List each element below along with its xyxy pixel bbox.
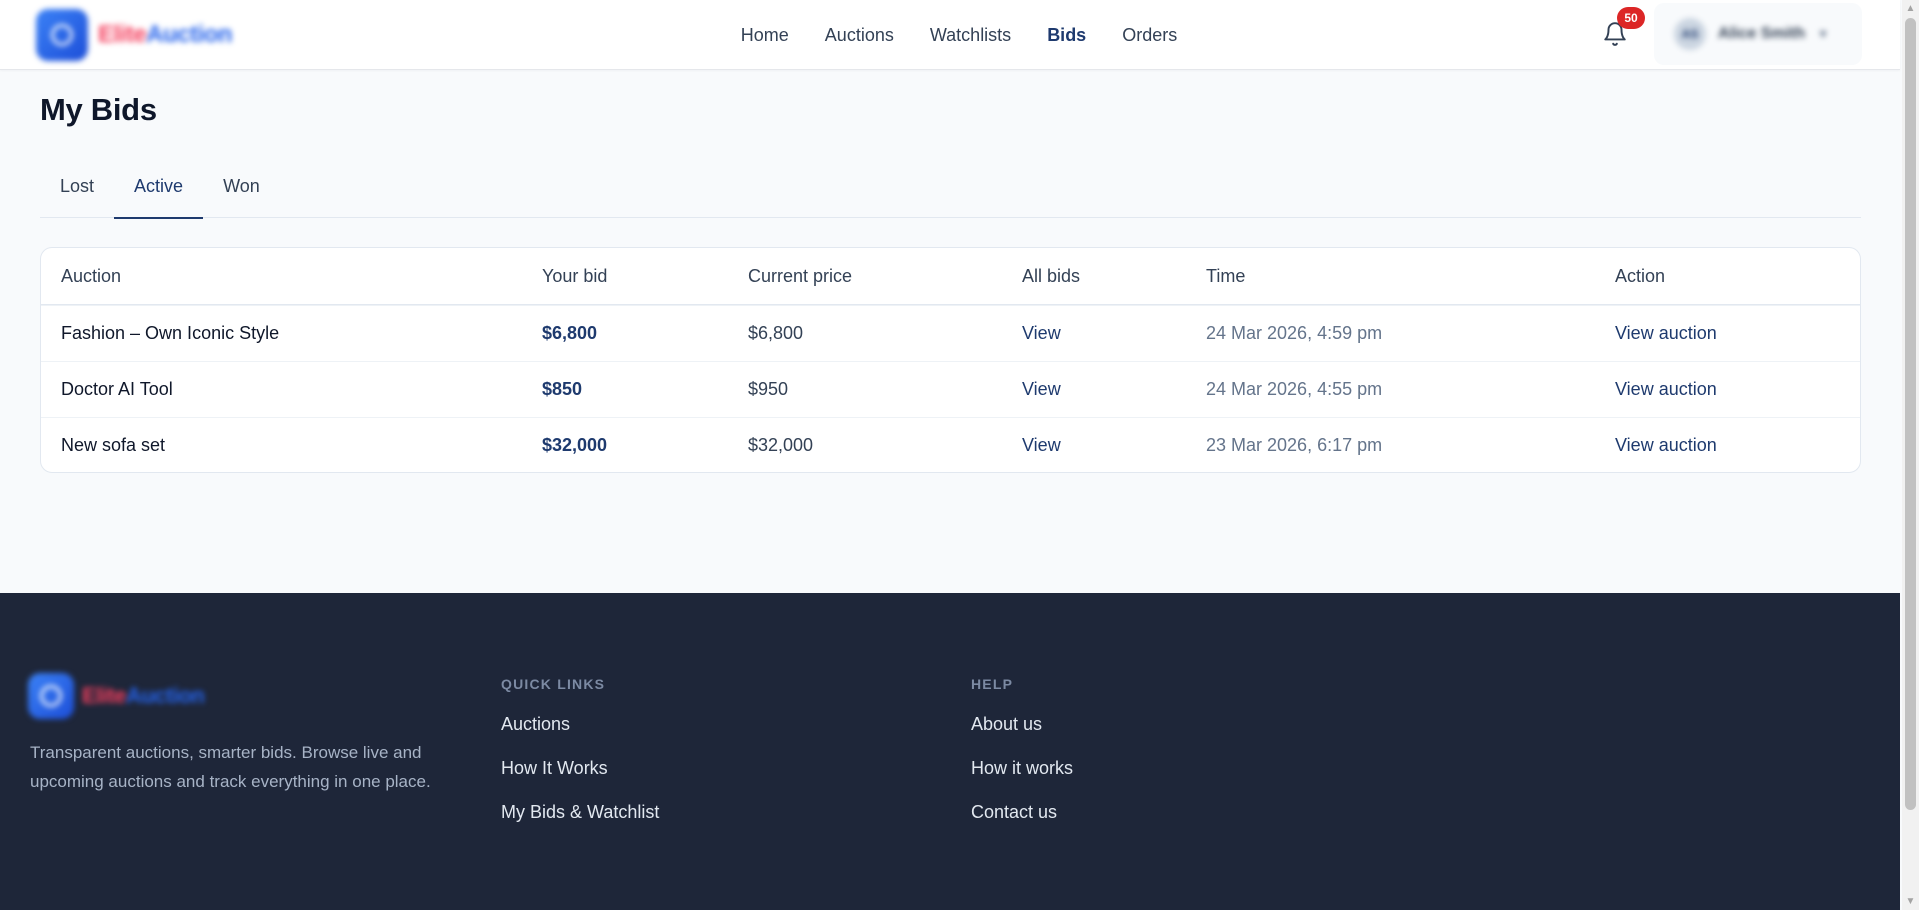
tab-lost[interactable]: Lost	[40, 166, 114, 218]
view-all-bids-link[interactable]: View	[1022, 362, 1061, 417]
scroll-down-arrow-icon[interactable]: ▼	[1902, 893, 1919, 910]
column-header-current-price: Current price	[748, 265, 853, 286]
column-header-auction: Auction	[61, 265, 122, 286]
view-all-bids-link[interactable]: View	[1022, 418, 1061, 472]
site-footer: EliteAuction Transparent auctions, smart…	[0, 593, 1900, 910]
nav-bids[interactable]: Bids	[1047, 25, 1086, 46]
tab-won[interactable]: Won	[203, 166, 280, 218]
your-bid-value: $6,800	[542, 323, 598, 343]
column-header-all-bids: All bids	[1022, 265, 1081, 286]
footer-brand-logo[interactable]: EliteAuction	[28, 673, 205, 719]
chevron-down-icon: ▼	[1817, 27, 1830, 41]
bid-time: 24 Mar 2026, 4:55 pm	[1206, 379, 1383, 399]
footer-brand-name: EliteAuction	[82, 683, 205, 708]
view-all-bids-link[interactable]: View	[1022, 306, 1061, 361]
current-price-value: $950	[748, 379, 789, 399]
footer-link-about-us[interactable]: About us	[971, 714, 1073, 735]
bid-time: 23 Mar 2026, 6:17 pm	[1206, 435, 1383, 455]
notification-badge: 50	[1617, 7, 1645, 29]
nav-watchlists[interactable]: Watchlists	[930, 25, 1011, 46]
top-header: EliteAuction Home Auctions Watchlists Bi…	[0, 0, 1900, 70]
auction-name: Fashion – Own Iconic Style	[61, 323, 280, 343]
logo-icon	[28, 673, 74, 719]
bid-time: 24 Mar 2026, 4:59 pm	[1206, 323, 1383, 343]
footer-link-how-it-works-help[interactable]: How it works	[971, 758, 1073, 779]
table-row: Fashion – Own Iconic Style $6,800 $6,800…	[41, 305, 1860, 361]
table-row: New sofa set $32,000 $32,000 View 23 Mar…	[41, 417, 1860, 472]
footer-quick-links: QUICK LINKS Auctions How It Works My Bid…	[501, 676, 659, 846]
view-auction-link[interactable]: View auction	[1615, 418, 1717, 472]
nav-orders[interactable]: Orders	[1122, 25, 1177, 46]
current-price-value: $6,800	[748, 323, 804, 343]
column-header-action: Action	[1615, 265, 1666, 286]
nav-auctions[interactable]: Auctions	[825, 25, 894, 46]
your-bid-value: $32,000	[542, 435, 608, 455]
footer-description: Transparent auctions, smarter bids. Brow…	[30, 743, 431, 791]
view-auction-link[interactable]: View auction	[1615, 306, 1717, 361]
page-title: My Bids	[40, 92, 157, 127]
your-bid-value: $850	[542, 379, 583, 399]
bids-table: Auction Your bid Current price All bids …	[40, 247, 1861, 473]
avatar: AS	[1674, 18, 1706, 50]
column-header-your-bid: Your bid	[542, 265, 608, 286]
footer-help: HELP About us How it works Contact us	[971, 676, 1073, 846]
bid-status-tabs: Lost Active Won	[40, 166, 1861, 219]
table-row: Doctor AI Tool $850 $950 View 24 Mar 202…	[41, 361, 1860, 417]
user-menu-button[interactable]: AS Alice Smith ▼	[1654, 3, 1862, 65]
view-auction-link[interactable]: View auction	[1615, 362, 1717, 417]
nav-home[interactable]: Home	[741, 25, 789, 46]
scroll-up-arrow-icon[interactable]: ▲	[1902, 0, 1919, 17]
footer-link-my-bids-watchlist[interactable]: My Bids & Watchlist	[501, 802, 659, 823]
scrollbar-thumb[interactable]	[1905, 18, 1916, 810]
footer-link-auctions[interactable]: Auctions	[501, 714, 659, 735]
current-price-value: $32,000	[748, 435, 814, 455]
auction-name: Doctor AI Tool	[61, 379, 173, 399]
footer-heading-quick-links: QUICK LINKS	[501, 676, 606, 692]
tab-active[interactable]: Active	[114, 166, 204, 219]
footer-link-how-it-works[interactable]: How It Works	[501, 758, 659, 779]
footer-heading-help: HELP	[971, 676, 1014, 692]
user-name: Alice Smith	[1718, 25, 1806, 42]
table-header-row: Auction Your bid Current price All bids …	[41, 248, 1860, 305]
column-header-time: Time	[1206, 265, 1246, 286]
page-scrollbar[interactable]: ▲ ▼	[1902, 0, 1919, 910]
auction-name: New sofa set	[61, 435, 166, 455]
footer-link-contact-us[interactable]: Contact us	[971, 802, 1073, 823]
